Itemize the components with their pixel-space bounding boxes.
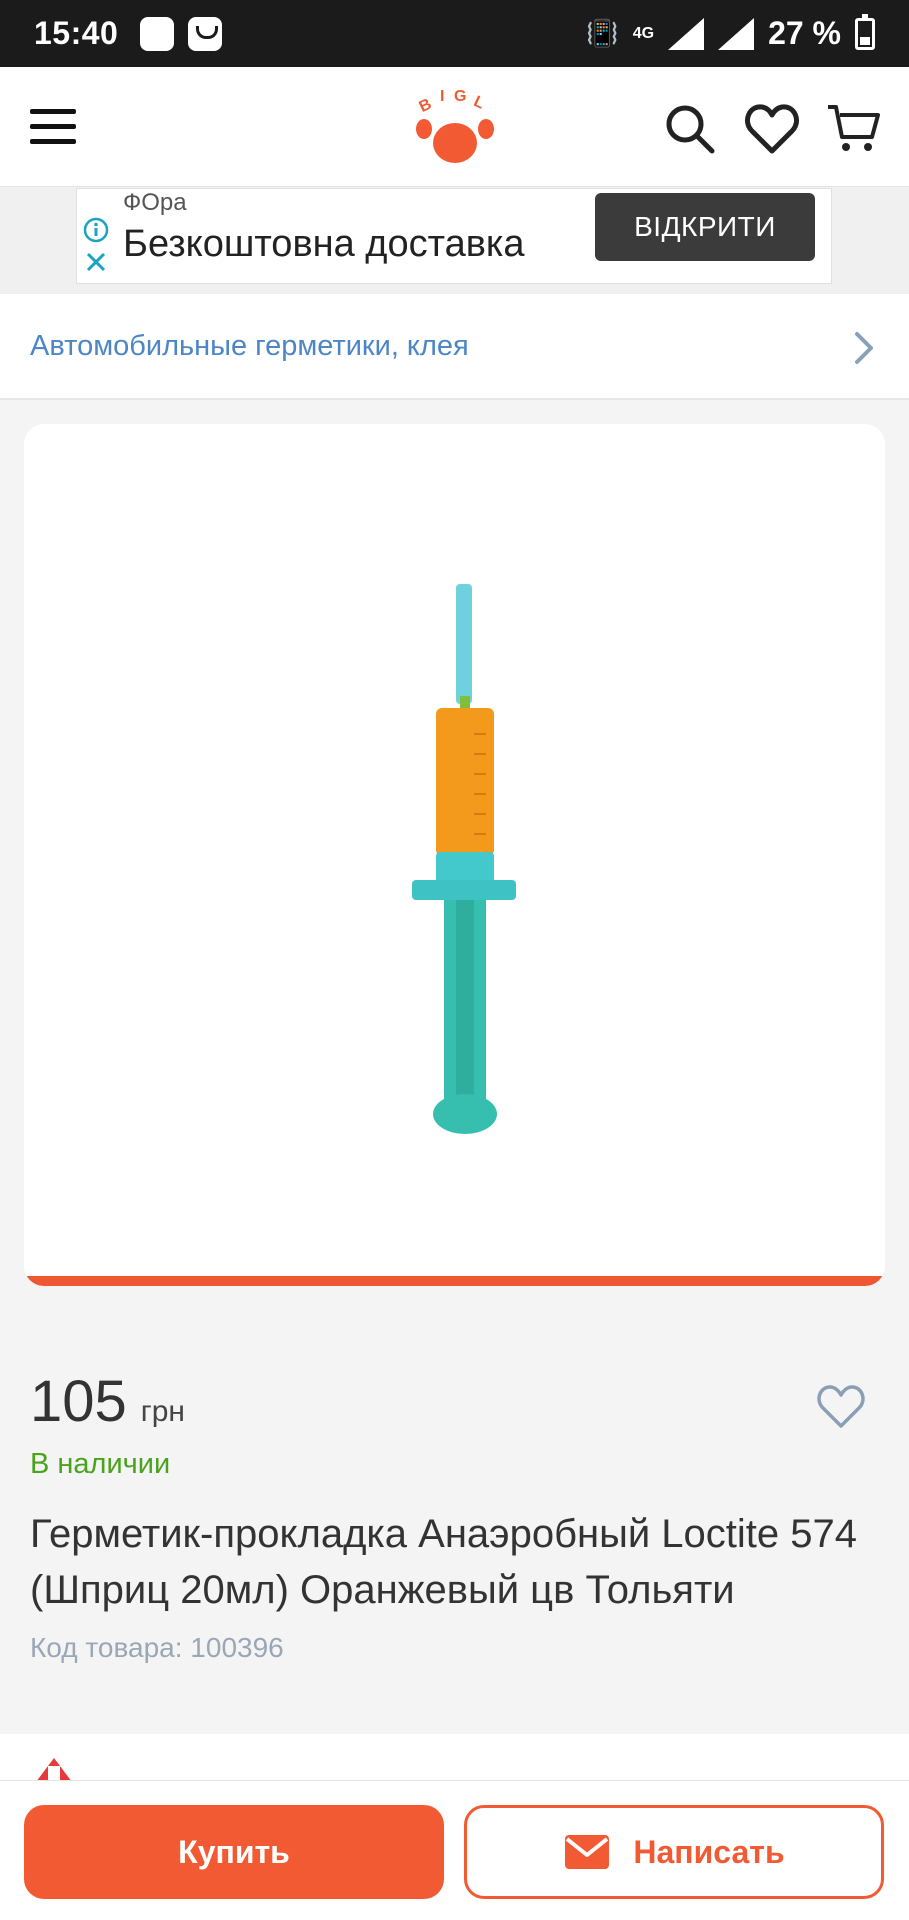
heart-icon[interactable]: [816, 1384, 866, 1430]
price-value: 105: [30, 1369, 127, 1434]
product-code: Код товара: 100396: [30, 1632, 284, 1663]
menu-icon[interactable]: [30, 109, 76, 145]
ad-title: Безкоштовна доставка: [123, 223, 525, 265]
close-icon[interactable]: [83, 249, 109, 275]
vibrate-icon: 📳: [586, 18, 619, 48]
ad-brand: ФОра: [123, 189, 187, 216]
product-image[interactable]: [404, 584, 524, 1144]
product-title: Герметик-прокладка Анаэробный Loctite 57…: [30, 1512, 857, 1612]
site-header: B I G L: [0, 67, 909, 187]
info-icon[interactable]: [83, 217, 109, 243]
seller-section: [0, 1734, 909, 1782]
bigl-logo[interactable]: B I G L: [410, 85, 500, 171]
buy-button[interactable]: Купить: [24, 1805, 444, 1899]
seller-badge-icon: [36, 1758, 72, 1782]
product-page: 15:40 📳 4G 27 % B I G L ФОра Безкоштовна…: [0, 0, 909, 1920]
favorites-icon[interactable]: [744, 101, 800, 157]
ad-open-button[interactable]: ВІДКРИТИ: [595, 193, 815, 261]
signal-icon-2: [718, 17, 755, 50]
search-icon[interactable]: [662, 101, 718, 157]
ad-banner[interactable]: ФОра Безкоштовна доставка ВІДКРИТИ: [76, 188, 832, 284]
status-time: 15:40: [34, 15, 119, 51]
write-button-label: Написать: [633, 1833, 785, 1870]
price: 105 грн: [30, 1368, 185, 1435]
category-link[interactable]: Автомобильные герметики, клея: [0, 294, 909, 400]
ad-container: ФОра Безкоштовна доставка ВІДКРИТИ: [0, 188, 909, 294]
signal-icon: [668, 17, 705, 50]
battery-percent: 27 %: [768, 15, 841, 51]
price-currency: грн: [140, 1395, 185, 1428]
svg-text:G: G: [454, 88, 466, 105]
status-indicators: 📳 4G 27 %: [586, 13, 875, 52]
notification-app-icon: [140, 16, 175, 51]
image-accent-strip: [24, 1276, 885, 1286]
mail-icon: [565, 1835, 610, 1869]
write-button[interactable]: Написать: [464, 1805, 884, 1899]
stock-status: В наличии: [30, 1448, 171, 1480]
svg-text:L: L: [471, 93, 487, 113]
battery-icon: [855, 13, 875, 50]
network-type: 4G: [632, 24, 655, 42]
category-label: Автомобильные герметики, клея: [30, 329, 469, 362]
cart-icon[interactable]: [826, 101, 882, 157]
notification-icons: [140, 16, 223, 51]
status-bar: 15:40 📳 4G 27 %: [0, 0, 909, 67]
svg-text:I: I: [440, 88, 444, 105]
chevron-right-icon: [855, 332, 873, 364]
bottom-action-bar: Купить Написать: [0, 1780, 909, 1920]
product-image-card[interactable]: [24, 424, 885, 1286]
notification-bag-icon: [188, 16, 223, 51]
svg-text:B: B: [417, 96, 435, 116]
